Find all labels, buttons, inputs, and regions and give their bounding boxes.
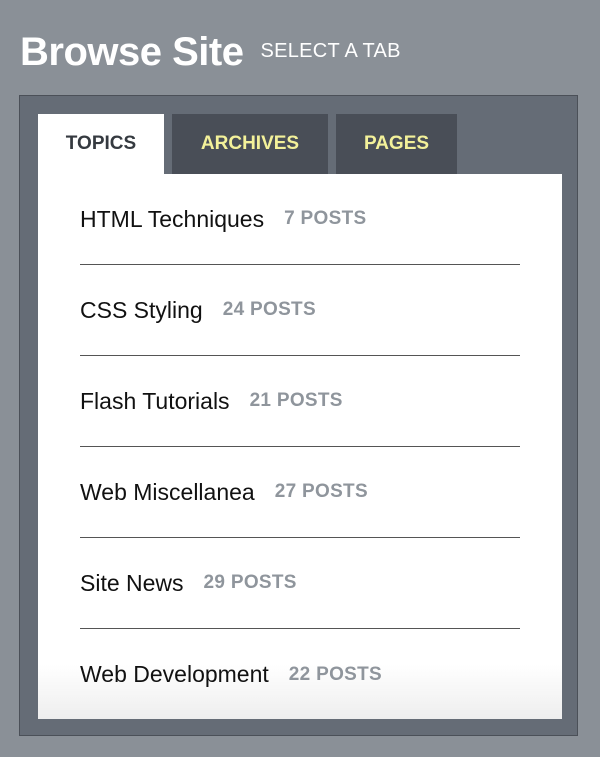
list-item[interactable]: Web Development 22 POSTS: [80, 629, 520, 720]
list-item[interactable]: Site News 29 POSTS: [80, 538, 520, 629]
tab-content: HTML Techniques 7 POSTS CSS Styling 24 P…: [38, 174, 562, 719]
list-item[interactable]: Web Miscellanea 27 POSTS: [80, 447, 520, 538]
post-count: 27 POSTS: [274, 481, 368, 502]
post-count: 24 POSTS: [222, 299, 316, 320]
topic-link[interactable]: HTML Techniques: [80, 206, 264, 233]
topic-link[interactable]: Web Development: [80, 661, 269, 688]
list-item[interactable]: CSS Styling 24 POSTS: [80, 265, 520, 356]
topic-link[interactable]: Web Miscellanea: [80, 479, 255, 506]
list-item[interactable]: Flash Tutorials 21 POSTS: [80, 356, 520, 447]
tab-topics[interactable]: TOPICS: [38, 114, 164, 174]
topic-link[interactable]: CSS Styling: [80, 297, 203, 324]
topic-link[interactable]: Flash Tutorials: [80, 388, 230, 415]
topic-link[interactable]: Site News: [80, 570, 184, 597]
post-count: 22 POSTS: [288, 663, 383, 685]
tab-archives[interactable]: ARCHIVES: [172, 114, 328, 174]
tab-panel: TOPICS ARCHIVES PAGES HTML Techniques 7 …: [19, 95, 578, 736]
post-count: 29 POSTS: [203, 572, 297, 593]
topics-list: HTML Techniques 7 POSTS CSS Styling 24 P…: [38, 174, 562, 720]
post-count: 7 POSTS: [284, 208, 367, 229]
tab-pages[interactable]: PAGES: [336, 114, 457, 174]
tab-bar: TOPICS ARCHIVES PAGES: [38, 114, 465, 174]
list-item[interactable]: HTML Techniques 7 POSTS: [80, 174, 520, 265]
post-count: 21 POSTS: [249, 390, 343, 411]
header: Browse Site SELECT A TAB: [20, 30, 401, 75]
page-title: Browse Site: [20, 30, 244, 74]
page-subtitle: SELECT A TAB: [260, 40, 401, 62]
